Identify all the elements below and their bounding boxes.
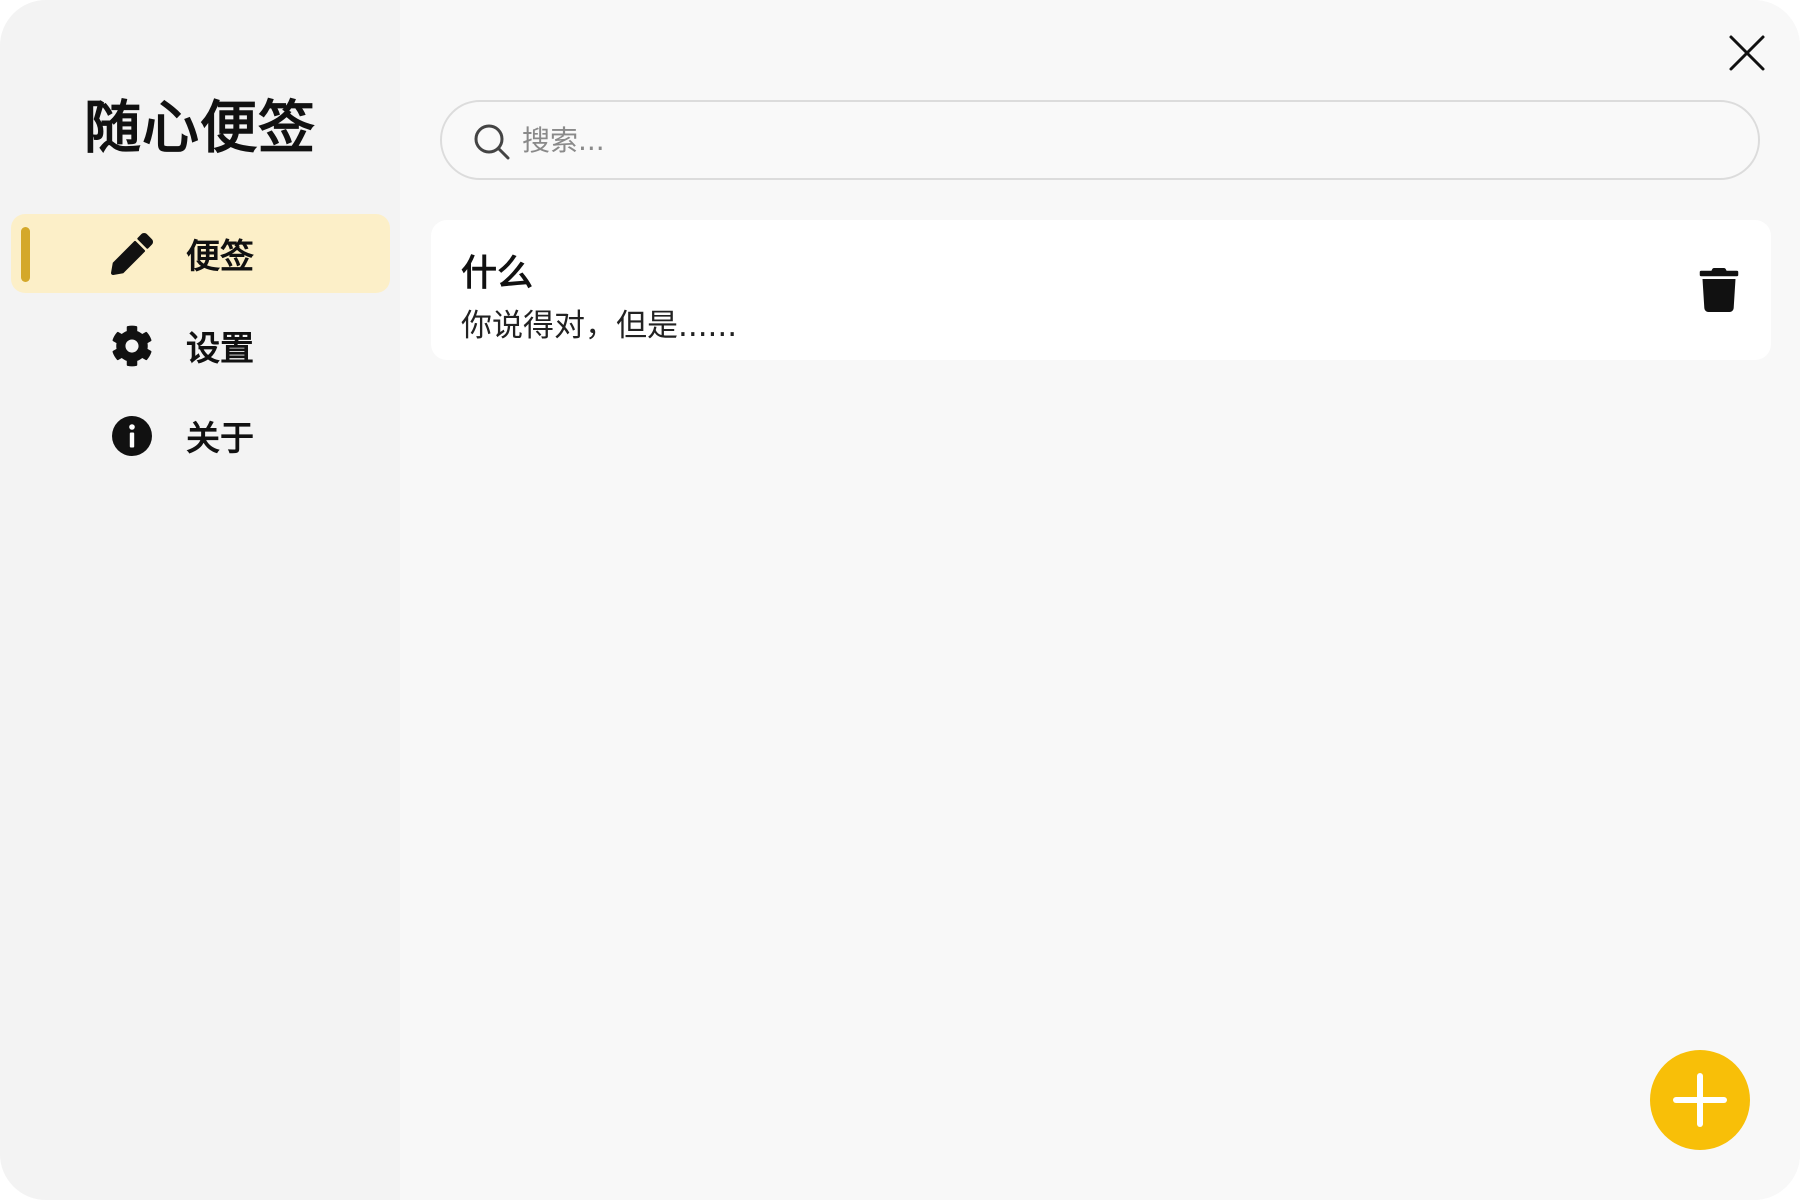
main-panel: 什么 你说得对，但是...... <box>400 0 1800 1200</box>
delete-note-button[interactable] <box>1699 268 1739 312</box>
sidebar: 随心便签 便签 设置 关于 <box>0 0 400 1200</box>
note-preview: 你说得对，但是...... <box>461 308 738 344</box>
pencil-icon <box>110 232 154 276</box>
close-button[interactable] <box>1724 30 1770 76</box>
note-title: 什么 <box>461 253 534 294</box>
info-icon <box>110 414 154 458</box>
search-icon <box>474 124 510 160</box>
app-title: 随心便签 <box>84 95 316 161</box>
search-box <box>440 100 1760 180</box>
trash-icon <box>1699 268 1739 312</box>
gear-icon <box>110 324 154 368</box>
sidebar-item-settings[interactable]: 设置 <box>11 306 390 385</box>
sidebar-item-label: 关于 <box>186 419 254 459</box>
sidebar-item-label: 便签 <box>186 237 254 277</box>
plus-icon <box>1673 1073 1727 1127</box>
active-indicator <box>21 227 30 282</box>
search-input[interactable] <box>522 114 1722 166</box>
note-card[interactable]: 什么 你说得对，但是...... <box>431 220 1771 360</box>
add-note-button[interactable] <box>1650 1050 1750 1150</box>
app-window: 随心便签 便签 设置 关于 搜索... 什么 你说得对，但是...... <box>0 0 1800 1200</box>
close-icon <box>1729 35 1765 71</box>
sidebar-item-notes[interactable]: 便签 <box>11 214 390 293</box>
sidebar-item-about[interactable]: 关于 <box>11 396 390 475</box>
sidebar-item-label: 设置 <box>186 329 254 369</box>
